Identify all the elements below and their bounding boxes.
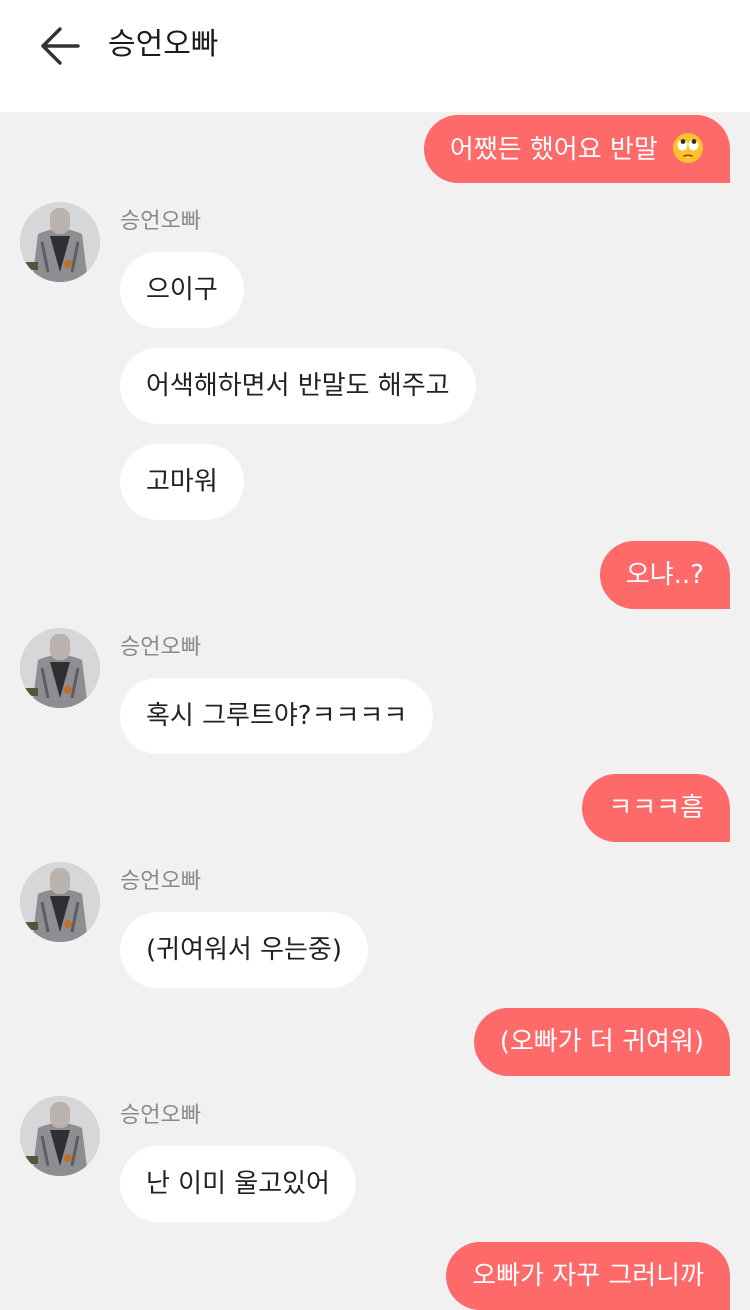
outgoing-message[interactable]: (오빠가 더 귀여워) (473, 1008, 730, 1076)
sender-name: 승언오빠 (120, 869, 201, 894)
incoming-message[interactable]: 어색해하면서 반말도 해주고 (120, 348, 476, 424)
arrow-left-icon (41, 27, 80, 65)
message-text: (귀여워서 우는중) (146, 935, 342, 965)
incoming-message[interactable]: 난 이미 울고있어 (120, 1146, 356, 1222)
incoming-message[interactable]: 고마워 (120, 444, 244, 520)
incoming-message[interactable]: (귀여워서 우는중) (120, 912, 368, 988)
outgoing-message[interactable]: 오냐..? (599, 541, 730, 609)
avatar[interactable] (20, 628, 100, 708)
sender-name: 승언오빠 (120, 1103, 201, 1128)
message-text: 어쨌든 했어요 반말 (449, 135, 658, 165)
message-text: 오빠가 자꾸 그러니까 (472, 1261, 704, 1291)
outgoing-message[interactable]: 오빠가 자꾸 그러니까 (446, 1242, 730, 1310)
message-text: ㅋㅋㅋ흠 (608, 793, 704, 823)
profile-photo-icon (20, 862, 100, 942)
chat-header: 승언오빠 (0, 0, 750, 112)
message-text: 고마워 (146, 467, 218, 497)
incoming-message[interactable]: 혹시 그루트야?ㅋㅋㅋㅋ (120, 678, 434, 754)
avatar[interactable] (20, 1096, 100, 1176)
avatar[interactable] (20, 862, 100, 942)
chat-thread[interactable]: 어쨌든 했어요 반말 승언오빠 으이구 어색해하면서 반말도 해주고 고마워 오… (0, 112, 750, 1310)
eye-roll-emoji-icon (673, 133, 703, 163)
outgoing-message[interactable]: ㅋㅋㅋ흠 (582, 774, 730, 842)
chat-title: 승언오빠 (108, 27, 219, 62)
profile-photo-icon (20, 628, 100, 708)
profile-photo-icon (20, 1096, 100, 1176)
message-text: 혹시 그루트야?ㅋㅋㅋㅋ (146, 701, 408, 731)
message-text: 어색해하면서 반말도 해주고 (146, 371, 450, 401)
message-text: 으이구 (146, 275, 218, 305)
outgoing-message[interactable]: 어쨌든 했어요 반말 (423, 115, 730, 183)
sender-name: 승언오빠 (120, 209, 201, 234)
message-text: 난 이미 울고있어 (146, 1169, 330, 1199)
message-text: 오냐..? (625, 560, 704, 590)
profile-photo-icon (20, 202, 100, 282)
incoming-message[interactable]: 으이구 (120, 252, 244, 328)
avatar[interactable] (20, 202, 100, 282)
message-text: (오빠가 더 귀여워) (499, 1027, 704, 1057)
sender-name: 승언오빠 (120, 635, 201, 660)
back-button[interactable] (38, 26, 82, 66)
